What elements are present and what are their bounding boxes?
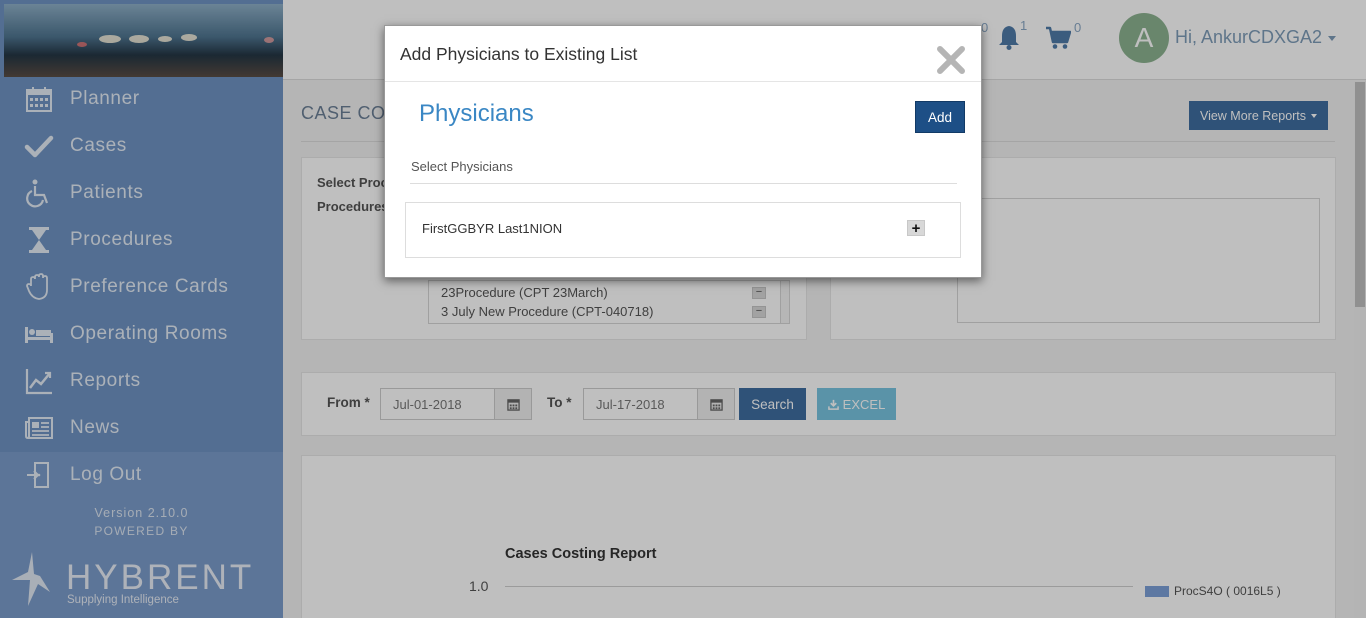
chart-gridline [505, 586, 1133, 587]
checkmark-icon [22, 131, 56, 161]
close-icon[interactable] [934, 43, 968, 77]
user-menu-toggle[interactable]: Hi, AnkurCDXGA2 [1175, 27, 1337, 48]
sidebar-item-label: Cases [70, 135, 127, 156]
glove-icon [22, 272, 56, 302]
hourglass-icon [22, 225, 56, 255]
list-item: 3 July New Procedure (CPT-040718) [441, 304, 654, 319]
legend-swatch [1145, 586, 1169, 597]
select-physicians-label: Select Physicians [411, 159, 513, 174]
sidebar-item-operating-rooms[interactable]: Operating Rooms [0, 311, 283, 357]
sidebar-item-procedures[interactable]: Procedures [0, 217, 283, 263]
divider [410, 183, 957, 184]
remove-procedure-button[interactable]: − [752, 287, 766, 299]
divider [385, 81, 981, 82]
to-calendar-button[interactable] [697, 388, 735, 420]
sidebar-banner-image [4, 4, 283, 77]
chevron-down-icon [1328, 35, 1337, 41]
bell-icon[interactable] [997, 24, 1021, 50]
bed-icon [22, 319, 56, 349]
download-icon [827, 399, 839, 410]
list-item: 23Procedure (CPT 23March) [441, 285, 608, 300]
page-scrollbar-thumb[interactable] [1355, 82, 1365, 307]
sidebar-item-patients[interactable]: Patients [0, 170, 283, 216]
sidebar-item-label: Reports [70, 370, 141, 391]
app-version: Version 2.10.0 [94, 506, 189, 520]
selected-physicians-list [957, 198, 1320, 323]
to-label: To * [547, 395, 572, 410]
search-button[interactable]: Search [739, 388, 806, 420]
calendar-icon [709, 398, 723, 411]
legend-label: ProcS4O ( 0016L5 ) [1174, 584, 1281, 598]
sidebar-item-label: Procedures [70, 229, 174, 250]
chart-title: Cases Costing Report [505, 546, 657, 562]
sidebar-item-label: Planner [70, 88, 140, 109]
brand-name: HYBRENT [66, 558, 255, 597]
remove-procedure-button[interactable]: − [752, 306, 766, 318]
sidebar-item-logout[interactable]: Log Out [0, 452, 283, 498]
sidebar-item-label: Preference Cards [70, 276, 229, 297]
sidebar-item-cases[interactable]: Cases [0, 123, 283, 169]
caret-down-icon [1311, 113, 1318, 118]
sidebar-item-label: Log Out [70, 464, 142, 485]
physicians-section-title: Physicians [419, 100, 534, 127]
sidebar: Planner Cases Patients Procedures Prefer… [0, 0, 283, 618]
modal-title: Add Physicians to Existing List [400, 44, 638, 64]
from-date-input[interactable] [380, 388, 495, 420]
calendar-icon [506, 398, 520, 411]
powered-by-label: POWERED BY [94, 524, 189, 538]
hidden-badge-count: 0 [981, 20, 989, 35]
cart-count: 0 [1074, 20, 1082, 35]
add-physician-plus-button[interactable]: + [907, 220, 925, 236]
sidebar-item-planner[interactable]: Planner [0, 76, 283, 122]
from-calendar-button[interactable] [494, 388, 532, 420]
calendar-icon [22, 84, 56, 114]
procedures-label: Procedures [317, 199, 389, 214]
sidebar-item-label: News [70, 417, 120, 438]
selected-procedures-list: 23Procedure (CPT 23March) − 3 July New P… [428, 280, 790, 324]
list-scrollbar[interactable] [780, 281, 789, 323]
physician-name: FirstGGBYR Last1NION [422, 221, 563, 236]
chart-y-tick: 1.0 [469, 578, 489, 594]
view-more-reports-button[interactable]: View More Reports [1189, 101, 1328, 130]
hybrent-bird-logo-icon [12, 552, 50, 606]
add-physicians-button[interactable]: Add [915, 101, 965, 133]
user-greeting: Hi, AnkurCDXGA2 [1175, 27, 1323, 47]
line-chart-icon [22, 366, 56, 396]
view-more-reports-label: View More Reports [1199, 108, 1307, 123]
select-procedure-label: Select Proc [317, 175, 388, 190]
add-physicians-modal: Add Physicians to Existing List Physicia… [384, 25, 982, 278]
avatar[interactable]: A [1119, 13, 1169, 63]
cart-icon[interactable] [1045, 26, 1071, 50]
from-label: From * [327, 395, 370, 410]
sidebar-item-label: Operating Rooms [70, 323, 228, 344]
wheelchair-icon [22, 178, 56, 208]
brand-tagline: Supplying Intelligence [67, 594, 179, 606]
to-date-input[interactable] [583, 388, 698, 420]
physician-list-item: FirstGGBYR Last1NION + [405, 202, 961, 258]
sidebar-item-preference-cards[interactable]: Preference Cards [0, 264, 283, 310]
sidebar-item-news[interactable]: News [0, 405, 283, 451]
sidebar-item-label: Patients [70, 182, 144, 203]
excel-label: EXCEL [842, 396, 886, 412]
newspaper-icon [22, 413, 56, 443]
excel-export-button[interactable]: EXCEL [817, 388, 896, 420]
sidebar-item-reports[interactable]: Reports [0, 358, 283, 404]
logout-icon [22, 460, 56, 490]
notifications-count: 1 [1020, 18, 1028, 33]
